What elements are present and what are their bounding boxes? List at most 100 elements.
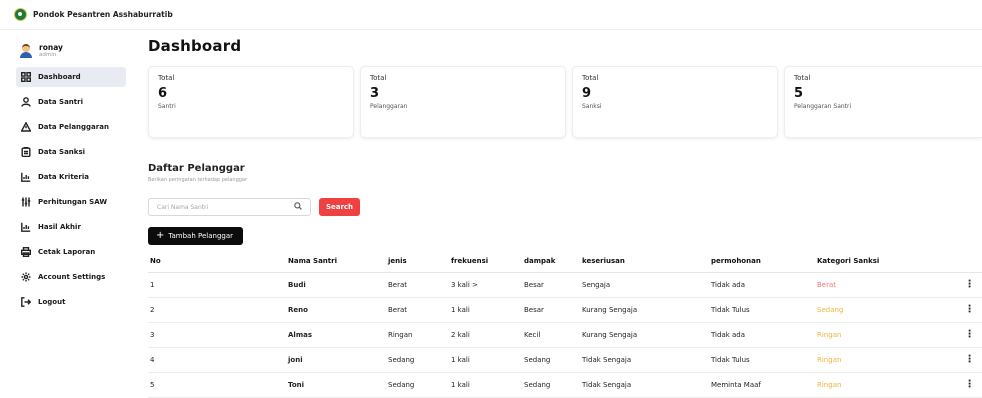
sidebar-item-hasil-akhir[interactable]: Hasil Akhir <box>16 217 126 237</box>
card-sub: Pelanggaran <box>370 103 408 110</box>
section-subtitle: Berikan peringatan terhadap pelanggar <box>148 177 248 183</box>
sidebar-item-data-sanksi[interactable]: Data Sanksi <box>16 142 126 162</box>
cell-jenis: Sedang <box>388 347 451 373</box>
cell-dampak: Sedang <box>524 347 582 373</box>
sidebar-item-label: Hasil Akhir <box>38 223 81 231</box>
cell-keseriusan: Kurang Sengaja <box>582 322 711 348</box>
avatar <box>20 44 32 58</box>
card-sub: Pelanggaran Santri <box>794 103 852 110</box>
cell-kategori: Sedang <box>817 297 957 323</box>
cell-nama: Reno <box>288 297 388 323</box>
cell-no: 1 <box>148 272 288 298</box>
cell-kategori: Berat <box>817 272 957 298</box>
user-profile[interactable]: ronay admin <box>0 31 136 63</box>
card-total-pelanggaran: Total 3 Pelanggaran <box>360 66 566 138</box>
card-value: 9 <box>582 86 592 101</box>
more-options-icon[interactable]: ⋮ <box>957 322 982 348</box>
card-label: Total <box>582 74 599 82</box>
app-title: Pondok Pesantren Asshaburratib <box>33 10 173 19</box>
warning-icon <box>21 122 31 132</box>
add-button-label: Tambah Pelanggar <box>168 232 234 240</box>
cell-frekuensi: 3 kali > <box>451 272 524 298</box>
th-jenis: jenis <box>388 257 451 273</box>
more-options-icon[interactable]: ⋮ <box>957 347 982 373</box>
logo-icon <box>14 8 27 21</box>
th-dampak: dampak <box>524 257 582 273</box>
grid-icon <box>21 72 31 82</box>
cell-jenis: Berat <box>388 297 451 323</box>
cell-dampak: Sedang <box>524 372 582 398</box>
section-title: Daftar Pelanggar <box>148 163 245 174</box>
search-button[interactable]: Search <box>319 198 360 216</box>
cell-keseriusan: Sengaja <box>582 272 711 298</box>
sidebar-item-label: Data Sanksi <box>38 148 86 156</box>
clipboard-icon <box>21 147 31 157</box>
section-header: Daftar Pelanggar Berikan peringatan terh… <box>148 163 247 183</box>
card-sub: Sanksi <box>582 103 602 110</box>
card-value: 6 <box>158 86 168 101</box>
cell-permohonan: Tidak Tulus <box>711 347 817 373</box>
th-kategori: Kategori Sanksi <box>817 257 957 273</box>
th-nama: Nama Santri <box>288 257 388 273</box>
cell-frekuensi: 1 kali <box>451 297 524 323</box>
sidebar-item-account-settings[interactable]: Account Settings <box>16 267 126 287</box>
more-options-icon[interactable]: ⋮ <box>957 272 982 298</box>
chart-icon <box>21 222 31 232</box>
sidebar-item-cetak-laporan[interactable]: Cetak Laporan <box>16 242 126 262</box>
table-row[interactable]: 1 Budi Berat 3 kali > Besar Sengaja Tida… <box>148 272 982 298</box>
cell-kategori: Ringan <box>817 322 957 348</box>
sidebar-item-label: Perhitungan SAW <box>38 198 108 206</box>
more-options-icon[interactable]: ⋮ <box>957 297 982 323</box>
cell-frekuensi: 1 kali <box>451 372 524 398</box>
sidebar-item-data-santri[interactable]: Data Santri <box>16 92 126 112</box>
user-name: ronay <box>39 42 63 52</box>
cell-nama: Budi <box>288 272 388 298</box>
summary-cards: Total 6 Santri Total 3 Pelanggaran Total… <box>148 66 982 138</box>
main-content: Dashboard Total 6 Santri Total 3 Pelangg… <box>148 31 982 398</box>
card-total-pelanggaran-santri: Total 5 Pelanggaran Santri <box>784 66 982 138</box>
cell-kategori: Ringan <box>817 372 957 398</box>
table-header-row: No Nama Santri jenis frekuensi dampak ke… <box>148 257 982 273</box>
card-label: Total <box>370 74 387 82</box>
card-value: 3 <box>370 86 380 101</box>
cell-nama: joni <box>288 347 388 373</box>
cell-jenis: Ringan <box>388 322 451 348</box>
cell-dampak: Kecil <box>524 322 582 348</box>
sidebar-item-label: Logout <box>38 298 66 306</box>
cell-keseriusan: Kurang Sengaja <box>582 297 711 323</box>
card-sub: Santri <box>158 103 176 110</box>
logout-icon <box>21 297 31 307</box>
cell-keseriusan: Tidak Sengaja <box>582 372 711 398</box>
sidebar-item-logout[interactable]: Logout <box>16 292 126 312</box>
card-total-santri: Total 6 Santri <box>148 66 354 138</box>
cell-kategori: Ringan <box>817 347 957 373</box>
add-pelanggar-button[interactable]: + Tambah Pelanggar <box>148 227 243 245</box>
sidebar-item-data-pelanggaran[interactable]: Data Pelanggaran <box>16 117 126 137</box>
cell-permohonan: Tidak Tulus <box>711 297 817 323</box>
table-row[interactable]: 3 Almas Ringan 2 kali Kecil Kurang Senga… <box>148 322 982 348</box>
sidebar-item-perhitungan-saw[interactable]: Perhitungan SAW <box>16 192 126 212</box>
cell-permohonan: Meminta Maaf <box>711 372 817 398</box>
search-input[interactable] <box>157 203 277 211</box>
search-icon[interactable] <box>294 202 302 212</box>
cell-no: 5 <box>148 372 288 398</box>
sidebar-item-dashboard[interactable]: Dashboard <box>16 67 126 87</box>
th-frekuensi: frekuensi <box>451 257 524 273</box>
cell-nama: Almas <box>288 322 388 348</box>
cell-nama: Toni <box>288 372 388 398</box>
printer-icon <box>21 247 31 257</box>
more-options-icon[interactable]: ⋮ <box>957 372 982 398</box>
card-label: Total <box>794 74 811 82</box>
table-row[interactable]: 4 joni Sedang 1 kali Sedang Tidak Sengaj… <box>148 347 982 373</box>
cell-jenis: Berat <box>388 272 451 298</box>
chart-icon <box>21 172 31 182</box>
sliders-icon <box>21 197 31 207</box>
sidebar-item-label: Data Kriteria <box>38 173 89 181</box>
cell-permohonan: Tidak ada <box>711 272 817 298</box>
sidebar: ronay admin Dashboard Data Santri Data P… <box>0 31 136 396</box>
table-row[interactable]: 5 Toni Sedang 1 kali Sedang Tidak Sengaj… <box>148 372 982 398</box>
table-row[interactable]: 2 Reno Berat 1 kali Besar Kurang Sengaja… <box>148 297 982 323</box>
cell-no: 4 <box>148 347 288 373</box>
sidebar-item-data-kriteria[interactable]: Data Kriteria <box>16 167 126 187</box>
cell-jenis: Sedang <box>388 372 451 398</box>
